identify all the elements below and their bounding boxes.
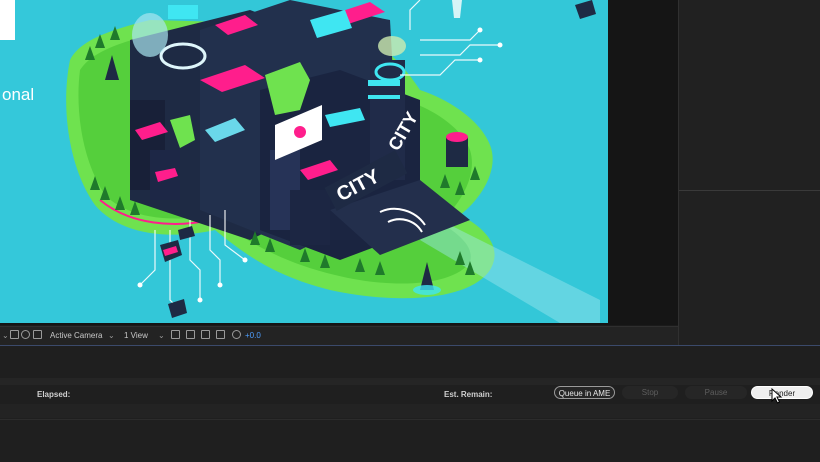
- snapshot-icon[interactable]: [186, 330, 195, 339]
- est-remain-label: Est. Remain:: [444, 390, 493, 399]
- viewer-toolbar: ⌄ Active Camera ⌄ 1 View ⌄ +0.0: [0, 326, 678, 345]
- left-partial-text: onal: [2, 85, 34, 104]
- stop-button[interactable]: Stop: [622, 386, 678, 399]
- transparency-icon[interactable]: [216, 330, 225, 339]
- camera-chevron-down-icon[interactable]: ⌄: [108, 329, 115, 343]
- view-layout-select[interactable]: 1 View: [124, 329, 148, 343]
- toggle-icon[interactable]: [33, 330, 42, 339]
- render-queue-panel: Elapsed: Est. Remain: Queue in AME Stop …: [0, 345, 820, 462]
- view-chevron-down-icon[interactable]: ⌄: [158, 329, 165, 343]
- pause-button[interactable]: Pause: [685, 386, 747, 399]
- mask-icon[interactable]: [21, 330, 30, 339]
- panel-band: [0, 378, 820, 385]
- mouse-cursor-icon: [771, 388, 783, 404]
- logo-fragment: [0, 0, 15, 40]
- composition-canvas[interactable]: CITY CITY onal: [0, 0, 608, 323]
- right-panel: [678, 0, 820, 345]
- camera-select[interactable]: Active Camera: [50, 329, 102, 343]
- show-snapshot-icon[interactable]: [201, 330, 210, 339]
- composition-viewer: CITY CITY onal: [0, 0, 678, 325]
- panel-divider: [679, 190, 820, 191]
- exposure-icon[interactable]: [232, 330, 241, 339]
- elapsed-label: Elapsed:: [37, 390, 71, 399]
- queue-in-ame-button[interactable]: Queue in AME: [554, 386, 615, 399]
- 3d-layout-icon[interactable]: [171, 330, 180, 339]
- panel-band: [0, 404, 820, 418]
- city-illustration: CITY CITY onal: [0, 0, 608, 323]
- grid-icon[interactable]: [10, 330, 19, 339]
- panel-separator: [0, 419, 820, 420]
- chevron-down-icon[interactable]: ⌄: [2, 329, 9, 343]
- exposure-value[interactable]: +0.0: [245, 329, 261, 343]
